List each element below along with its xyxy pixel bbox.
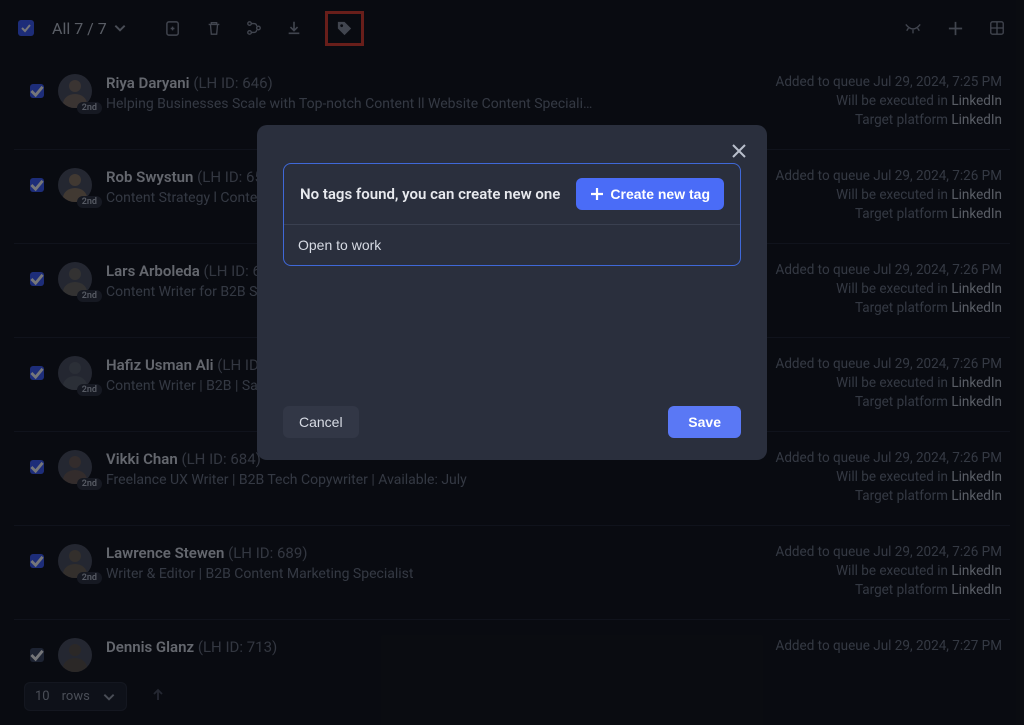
create-tag-modal: No tags found, you can create new one Cr… [257, 125, 767, 460]
tag-name-input[interactable] [284, 225, 740, 265]
create-btn-label: Create new tag [610, 186, 710, 202]
cancel-button[interactable]: Cancel [283, 406, 359, 438]
plus-icon [590, 187, 604, 201]
modal-content-box: No tags found, you can create new one Cr… [283, 163, 741, 266]
modal-overlay[interactable]: No tags found, you can create new one Cr… [0, 0, 1024, 725]
save-button[interactable]: Save [668, 406, 741, 438]
close-icon[interactable] [729, 141, 749, 161]
create-new-tag-button[interactable]: Create new tag [576, 178, 724, 210]
modal-header: No tags found, you can create new one Cr… [284, 164, 740, 224]
modal-footer: Cancel Save [283, 406, 741, 438]
no-tags-message: No tags found, you can create new one [300, 185, 560, 203]
modal-input-row [284, 224, 740, 265]
